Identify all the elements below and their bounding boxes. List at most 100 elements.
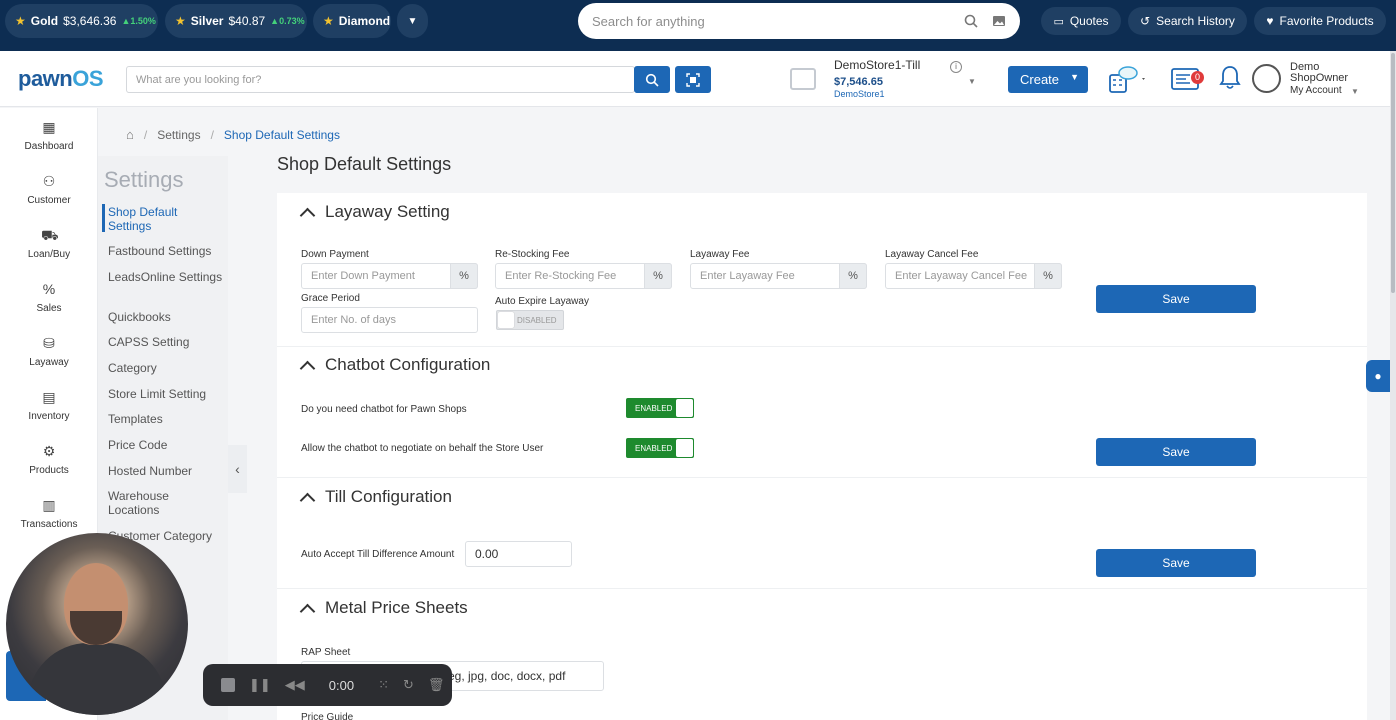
trash-icon[interactable]: 🗑 — [428, 677, 445, 693]
chatbot-negotiate-toggle[interactable]: ENABLED — [626, 438, 694, 458]
user-avatar[interactable] — [1252, 64, 1281, 93]
favorite-products-label: Favorite Products — [1279, 14, 1374, 28]
search-icon[interactable] — [964, 14, 978, 28]
settings-item-store-limit[interactable]: Store Limit Setting — [108, 387, 223, 401]
info-icon[interactable]: i — [950, 61, 962, 73]
pause-icon[interactable]: ❚❚ — [249, 677, 271, 693]
dashboard-icon: ▦ — [42, 119, 56, 135]
ticker-diamond[interactable]: ★ Diamond — [313, 4, 391, 38]
settings-item-templates[interactable]: Templates — [108, 412, 223, 426]
global-search-input[interactable]: Search for anything — [592, 14, 950, 29]
settings-item-shop-default[interactable]: Shop Default Settings — [108, 205, 223, 233]
settings-item-leadsonline[interactable]: LeadsOnline Settings — [108, 270, 223, 284]
nav-loan-buy[interactable]: ⛟ Loan/Buy — [0, 227, 98, 260]
stop-icon[interactable] — [221, 678, 235, 692]
favorite-products-button[interactable]: ♥ Favorite Products — [1254, 7, 1386, 35]
nav-customer[interactable]: ⚇ Customer — [0, 173, 98, 206]
down-payment-field[interactable]: Enter Down Payment % — [301, 263, 478, 289]
auto-accept-field[interactable]: 0.00 — [465, 541, 572, 567]
restocking-fee-field[interactable]: Enter Re-Stocking Fee % — [495, 263, 672, 289]
star-icon: ★ — [175, 14, 186, 28]
pawnos-logo[interactable]: pawnOS — [18, 66, 104, 92]
chat-widget-button[interactable]: ● — [1366, 360, 1390, 392]
page-scrollbar[interactable] — [1390, 51, 1396, 720]
nav-layaway-label: Layaway — [29, 357, 69, 368]
image-search-icon[interactable] — [992, 14, 1006, 28]
ticker-diamond-name: Diamond — [338, 14, 391, 28]
ticker-gold[interactable]: ★ Gold $3,646.36 ▲1.50% — [5, 4, 158, 38]
header-search-input[interactable]: What are you looking for? — [126, 66, 635, 93]
settings-item-price-code[interactable]: Price Code — [108, 438, 223, 452]
till-dropdown-icon[interactable]: ▼ — [968, 77, 976, 86]
user-name[interactable]: Demo ShopOwner — [1290, 62, 1370, 84]
nav-layaway[interactable]: ⛁ Layaway — [0, 335, 98, 368]
nav-inventory[interactable]: ▤ Inventory — [0, 389, 98, 422]
bell-icon[interactable] — [1219, 65, 1241, 90]
chatbot-save-button[interactable]: Save — [1096, 438, 1256, 466]
chevron-down-icon[interactable]: ▼ — [1351, 87, 1359, 96]
till-save-button[interactable]: Save — [1096, 549, 1256, 577]
search-icon — [645, 73, 659, 87]
settings-item-warehouse[interactable]: Warehouse Locations — [108, 489, 223, 517]
layaway-cancel-fee-placeholder: Enter Layaway Cancel Fee — [895, 270, 1028, 282]
layaway-fee-label: Layaway Fee — [690, 249, 750, 260]
header-search-button[interactable] — [634, 66, 670, 93]
nav-dashboard[interactable]: ▦ Dashboard — [0, 119, 98, 152]
collapse-sidebar-button[interactable]: ‹ — [228, 445, 247, 493]
layaway-section-title: Layaway Setting — [325, 202, 450, 221]
recorder-time: 0:00 — [328, 677, 355, 693]
settings-item-fastbound[interactable]: Fastbound Settings — [108, 244, 223, 258]
ticker-more-button[interactable]: ▼ — [397, 4, 428, 38]
my-account-link[interactable]: My Account — [1290, 85, 1342, 96]
calculator-chat-icon[interactable] — [1109, 66, 1147, 94]
settings-item-quickbooks[interactable]: Quickbooks — [108, 310, 223, 324]
breadcrumb-settings[interactable]: Settings — [157, 128, 200, 142]
chatbot-enable-toggle[interactable]: ENABLED — [626, 398, 694, 418]
scan-icon — [686, 72, 700, 87]
layaway-cancel-fee-field[interactable]: Enter Layaway Cancel Fee % — [885, 263, 1062, 289]
layaway-save-button[interactable]: Save — [1096, 285, 1256, 313]
nav-loan-buy-label: Loan/Buy — [27, 249, 71, 260]
chatbot-section-header[interactable]: Chatbot Configuration — [299, 355, 490, 376]
breadcrumb: ⌂ / Settings / Shop Default Settings — [126, 127, 340, 142]
auto-expire-toggle[interactable]: DISABLED — [496, 310, 564, 330]
auto-accept-value: 0.00 — [475, 547, 499, 561]
nav-transactions[interactable]: ▥ Transactions — [0, 497, 98, 530]
ticker-silver-price: $40.87 — [228, 14, 266, 28]
nav-products[interactable]: ⚙ Products — [0, 443, 98, 476]
auto-accept-label: Auto Accept Till Difference Amount — [301, 549, 455, 560]
create-button[interactable]: Create ▼ — [1008, 66, 1088, 93]
quotes-button[interactable]: ▭ Quotes — [1041, 7, 1121, 35]
restart-icon[interactable]: ↻ — [403, 677, 414, 693]
sales-icon: % — [42, 281, 56, 297]
scan-button[interactable] — [675, 66, 711, 93]
settings-item-hosted-number[interactable]: Hosted Number — [108, 464, 223, 478]
percent-addon: % — [1034, 263, 1062, 289]
ticker-silver[interactable]: ★ Silver $40.87 ▲0.73% — [165, 4, 307, 38]
global-search[interactable]: Search for anything — [578, 3, 1020, 39]
settings-item-category[interactable]: Category — [108, 361, 223, 375]
quotes-label: Quotes — [1069, 14, 1109, 28]
settings-item-capss[interactable]: CAPSS Setting — [108, 335, 223, 349]
search-history-button[interactable]: ↺ Search History — [1128, 7, 1247, 35]
home-icon[interactable]: ⌂ — [126, 127, 134, 142]
layaway-fee-field[interactable]: Enter Layaway Fee % — [690, 263, 867, 289]
grace-period-field[interactable]: Enter No. of days — [301, 307, 478, 333]
layaway-section-header[interactable]: Layaway Setting — [299, 202, 450, 223]
till-name[interactable]: DemoStore1-Till — [834, 58, 920, 72]
till-section-header[interactable]: Till Configuration — [299, 487, 452, 508]
ticker-silver-change: ▲0.73% — [270, 16, 305, 26]
scrollbar-thumb[interactable] — [1391, 53, 1395, 293]
breadcrumb-current[interactable]: Shop Default Settings — [224, 128, 340, 142]
logo-accent-text: OS — [72, 66, 104, 91]
grid-icon[interactable]: ⁙ — [378, 677, 389, 693]
rewind-icon[interactable]: ◀◀ — [285, 677, 305, 693]
save-label: Save — [1162, 556, 1190, 570]
nav-sales[interactable]: % Sales — [0, 281, 98, 314]
metal-section-header[interactable]: Metal Price Sheets — [299, 598, 468, 619]
nav-sales-label: Sales — [36, 303, 62, 314]
auto-expire-state: DISABLED — [517, 315, 557, 325]
chevron-left-icon: ‹ — [235, 461, 240, 477]
chat-icon: ● — [1374, 369, 1382, 383]
layaway-cancel-fee-label: Layaway Cancel Fee — [885, 249, 979, 260]
